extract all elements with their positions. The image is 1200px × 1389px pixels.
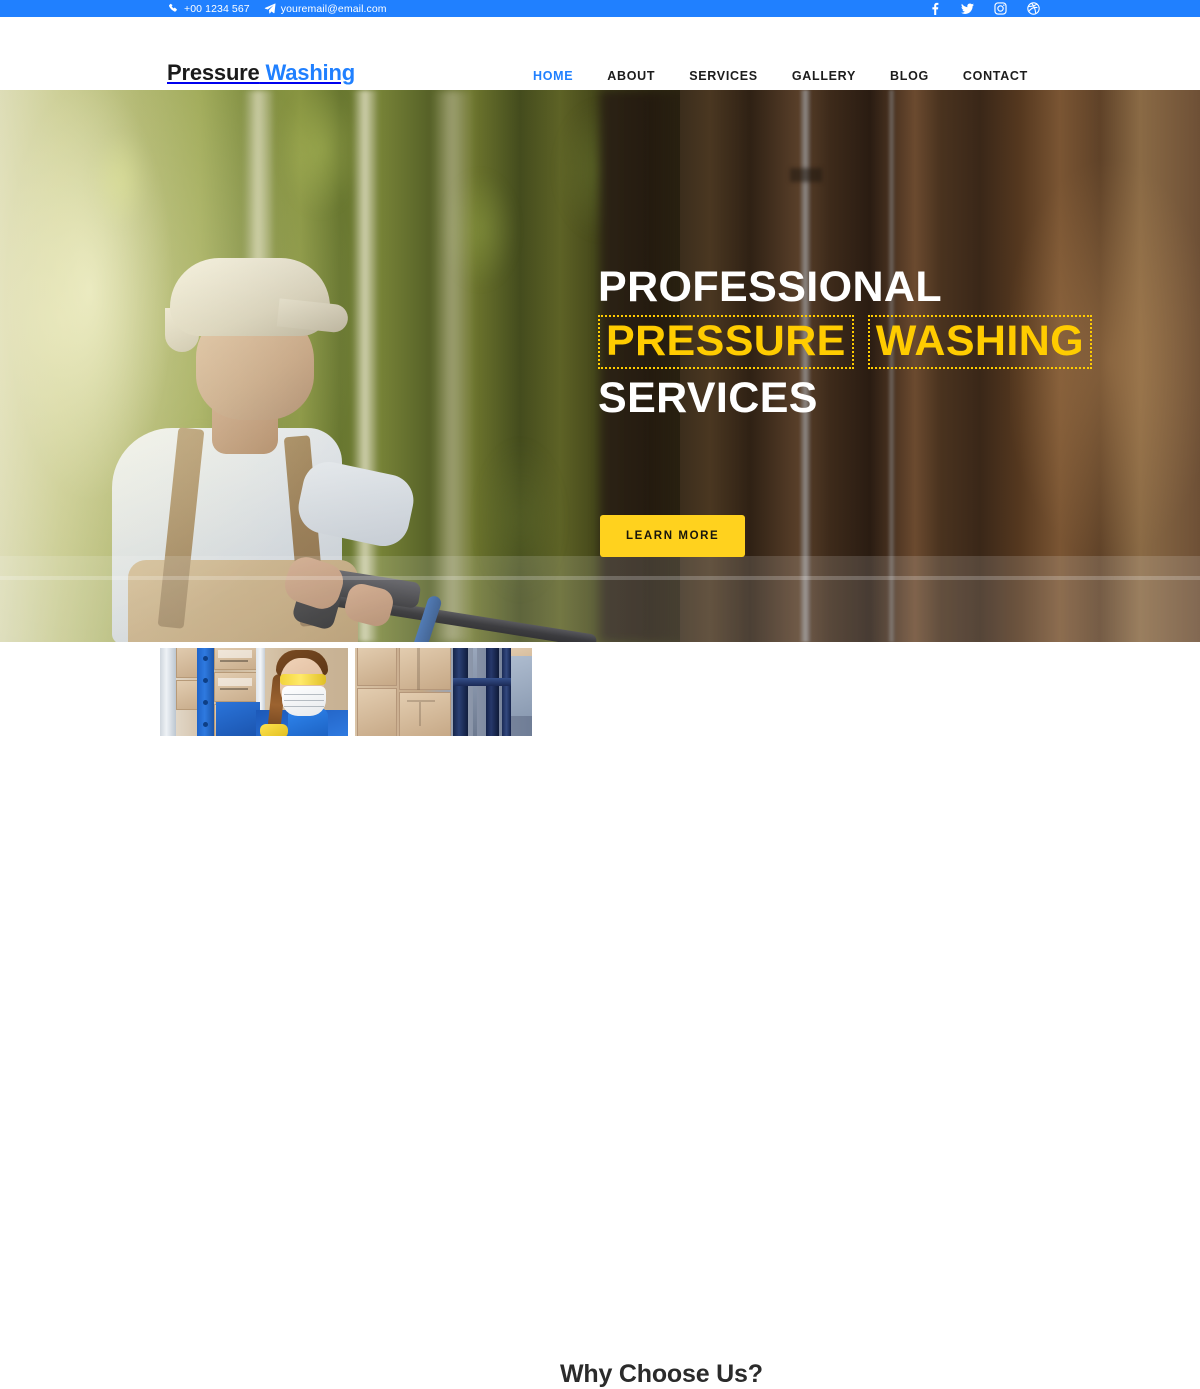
- phone-number: +00 1234 567: [184, 2, 250, 15]
- dribbble-icon[interactable]: [1027, 2, 1040, 15]
- paper-plane-icon: [264, 3, 276, 14]
- email-address: youremail@email.com: [280, 2, 387, 15]
- site-header: Pressure Washing HOME ABOUT SERVICES GAL…: [0, 17, 1200, 112]
- why-choose-us-section: Why Choose Us?: [0, 642, 1200, 1388]
- facebook-icon[interactable]: [928, 2, 941, 15]
- nav-item-gallery[interactable]: GALLERY: [775, 68, 873, 84]
- hero-banding-line: [0, 576, 1200, 580]
- feature-image-collage: [160, 648, 532, 736]
- nav-item-blog[interactable]: BLOG: [873, 68, 946, 84]
- top-bar: +00 1234 567 youremail@email.com: [0, 0, 1200, 17]
- hero-heading-line-1: PROFESSIONAL: [598, 263, 943, 311]
- nav-item-services[interactable]: SERVICES: [672, 68, 775, 84]
- hero-section: PROFESSIONAL PRESSURE WASHING SERVICES L…: [0, 90, 1200, 642]
- logo-text-accent: Washing: [265, 60, 356, 85]
- why-choose-us-title: Why Choose Us?: [560, 1360, 763, 1388]
- hero-heading-highlight-row: PRESSURE WASHING: [598, 315, 1093, 369]
- logo-text-primary: Pressure: [167, 60, 260, 85]
- top-bar-contact-group: +00 1234 567 youremail@email.com: [168, 3, 387, 15]
- nav-item-about[interactable]: ABOUT: [590, 68, 672, 84]
- hero-banding-overlay: [0, 556, 1200, 642]
- phone-contact[interactable]: +00 1234 567: [168, 3, 250, 15]
- phone-icon: [168, 3, 179, 14]
- instagram-icon[interactable]: [994, 2, 1007, 15]
- hero-heading-line-3: SERVICES: [598, 374, 818, 422]
- hero-heading-highlight-pressure: PRESSURE: [598, 315, 854, 369]
- email-contact[interactable]: youremail@email.com: [264, 3, 387, 15]
- twitter-icon[interactable]: [961, 2, 974, 15]
- forklift-photo: [355, 648, 532, 736]
- social-links: [928, 2, 1040, 15]
- warehouse-worker-photo: [160, 648, 348, 736]
- hero-heading-group: PROFESSIONAL PRESSURE WASHING SERVICES: [598, 262, 1093, 423]
- learn-more-button[interactable]: LEARN MORE: [600, 515, 746, 557]
- nav-item-home[interactable]: HOME: [516, 68, 590, 112]
- site-logo[interactable]: Pressure Washing: [167, 62, 355, 84]
- main-navigation: HOME ABOUT SERVICES GALLERY BLOG CONTACT: [516, 68, 1045, 112]
- nav-item-contact[interactable]: CONTACT: [946, 68, 1045, 84]
- hero-heading-highlight-washing: WASHING: [867, 315, 1093, 369]
